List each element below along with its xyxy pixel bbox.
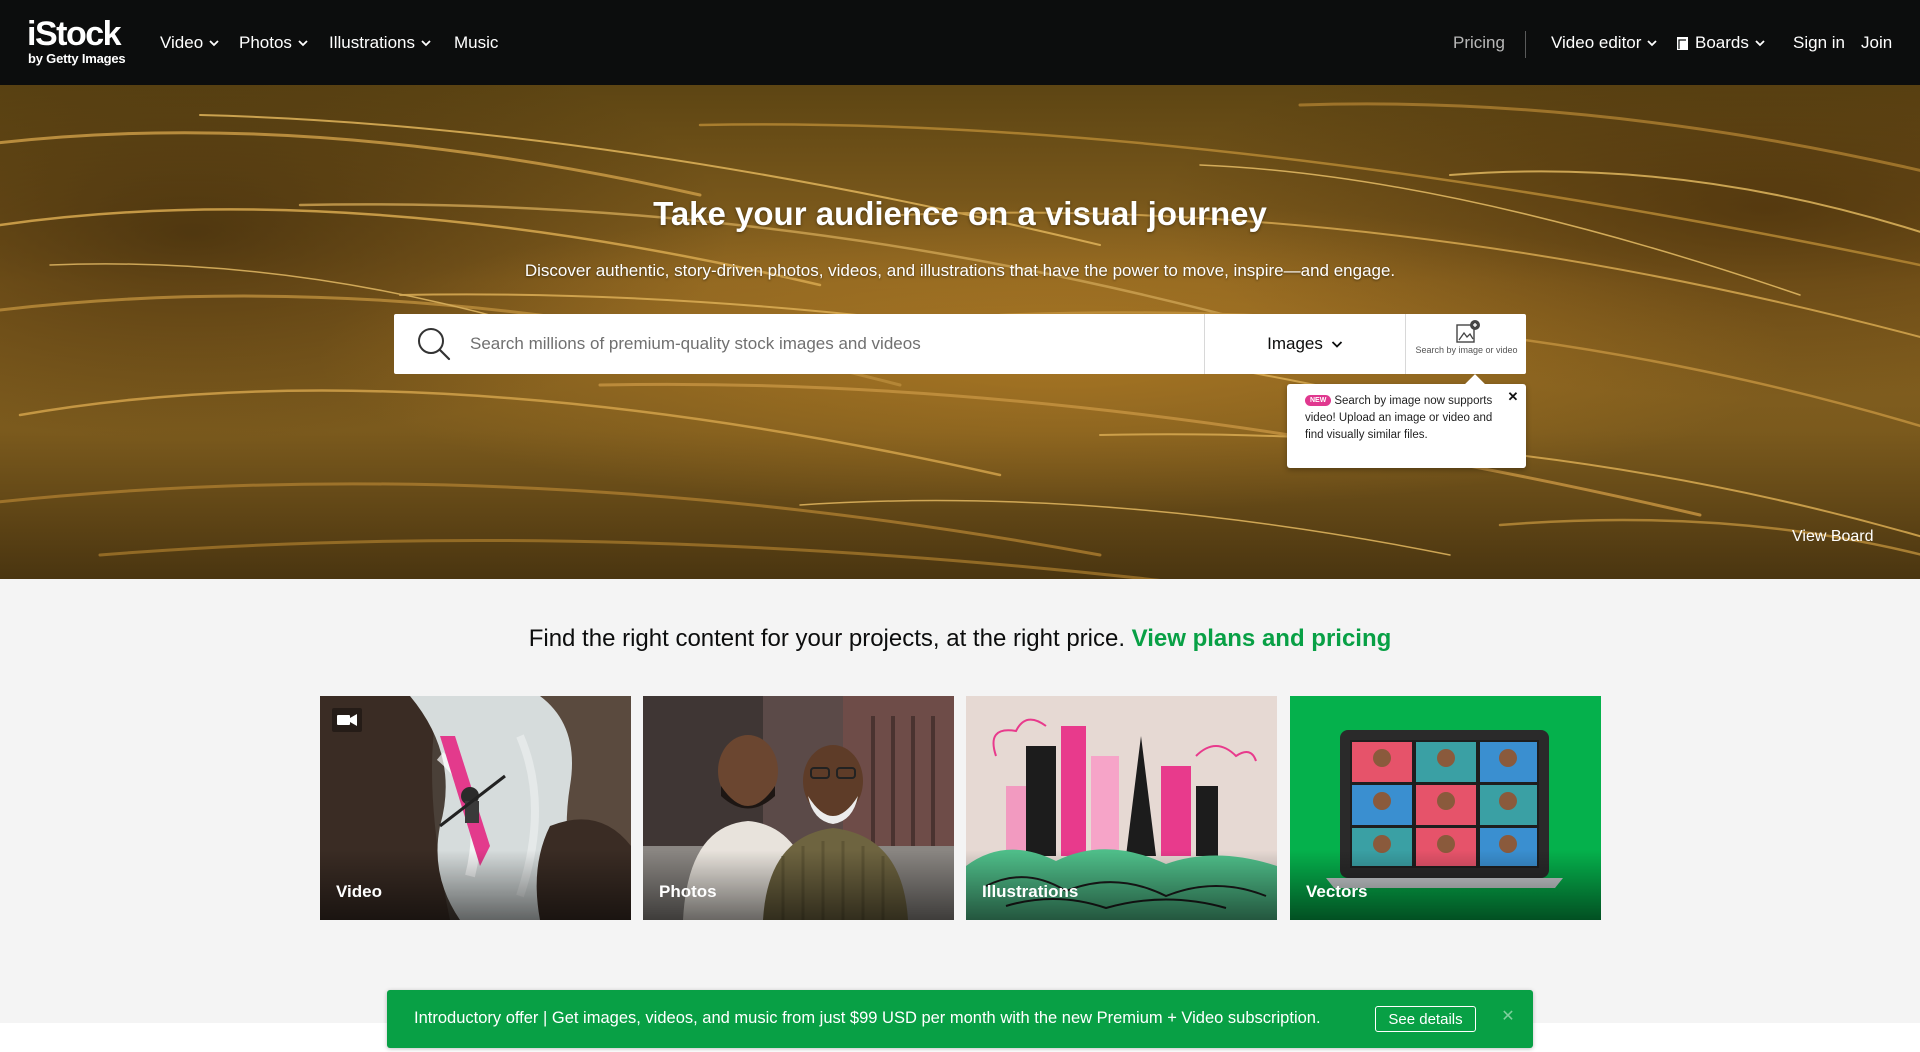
chevron-down-icon: [298, 40, 308, 47]
hero-title: Take your audience on a visual journey: [653, 195, 1267, 232]
chevron-down-icon: [1647, 40, 1658, 47]
nav-illustrations[interactable]: Illustrations: [329, 30, 431, 56]
category-tile-vectors[interactable]: Vectors: [1290, 696, 1601, 920]
nav-join-label: Join: [1861, 33, 1893, 52]
nav-divider: [1525, 31, 1526, 58]
video-camera-icon: [332, 708, 362, 732]
nav-music-label: Music: [454, 33, 499, 52]
board-icon: [1677, 36, 1688, 50]
media-type-label: Images: [1267, 334, 1323, 353]
category-tile-photos[interactable]: Photos: [643, 696, 954, 920]
category-tile-video[interactable]: Video: [320, 696, 631, 920]
hero-banner: Take your audience on a visual journey D…: [0, 85, 1920, 579]
banner-close-icon[interactable]: ✕: [1498, 1005, 1518, 1029]
view-board-link[interactable]: View Board: [1792, 528, 1874, 546]
tooltip-body: NEW Search by image now supports video! U…: [1305, 393, 1505, 444]
search-icon[interactable]: [416, 326, 452, 362]
chevron-down-icon: [1331, 341, 1343, 348]
introductory-offer-banner: Introductory offer | Get images, videos,…: [387, 990, 1533, 1048]
see-details-button[interactable]: See details: [1375, 1006, 1476, 1032]
search-by-image-button[interactable]: Search by image or video: [1405, 314, 1526, 374]
nav-video-label: Video: [160, 33, 204, 52]
tooltip-close-button[interactable]: ✕: [1506, 390, 1520, 404]
chevron-down-icon: [209, 40, 219, 47]
nav-music[interactable]: Music: [454, 30, 498, 56]
nav-illustrations-label: Illustrations: [329, 33, 415, 52]
tile-label-video: Video: [336, 882, 382, 901]
chevron-down-icon: [421, 40, 431, 47]
tooltip-message: Search by image now supports video! Uplo…: [1305, 395, 1493, 441]
nav-boards-label: Boards: [1695, 33, 1749, 52]
nav-pricing[interactable]: Pricing: [1453, 30, 1505, 56]
search-by-image-tooltip: NEW Search by image now supports video! U…: [1287, 374, 1526, 468]
tile-label-photos: Photos: [659, 882, 717, 901]
nav-pricing-label: Pricing: [1453, 33, 1505, 52]
nav-video[interactable]: Video: [160, 30, 219, 56]
media-type-dropdown[interactable]: Images: [1204, 314, 1405, 374]
banner-message: Introductory offer | Get images, videos,…: [414, 1009, 1321, 1027]
nav-sign-in-label: Sign in: [1793, 33, 1845, 52]
nav-join[interactable]: Join: [1861, 30, 1892, 56]
search-input[interactable]: [470, 314, 1190, 374]
tile-label-vectors: Vectors: [1306, 882, 1368, 901]
hero-subtitle: Discover authentic, story-driven photos,…: [524, 261, 1396, 280]
new-badge: NEW: [1305, 395, 1332, 406]
image-search-icon: [1456, 320, 1480, 343]
search-by-image-label: Search by image or video: [1415, 345, 1518, 355]
pricing-promo: Find the right content for your projects…: [0, 625, 1920, 653]
nav-sign-in[interactable]: Sign in: [1793, 30, 1845, 56]
nav-photos[interactable]: Photos: [239, 30, 308, 56]
chevron-down-icon: [1755, 40, 1765, 47]
nav-video-editor[interactable]: Video editor: [1551, 30, 1658, 56]
logo-wordmark: iStock: [27, 15, 122, 53]
nav-photos-label: Photos: [239, 33, 292, 52]
category-tile-illustrations[interactable]: Illustrations: [966, 696, 1277, 920]
nav-video-editor-label: Video editor: [1551, 33, 1642, 52]
search-bar: Images Search by image or video: [394, 314, 1526, 374]
istock-logo[interactable]: iStock by Getty Images: [27, 17, 139, 69]
tile-label-illustrations: Illustrations: [982, 882, 1079, 901]
top-navigation: iStock by Getty Images Video Photos Illu…: [0, 0, 1920, 85]
pricing-promo-text: Find the right content for your projects…: [528, 625, 1125, 652]
logo-tagline: by Getty Images: [28, 51, 126, 66]
nav-boards[interactable]: Boards: [1676, 30, 1765, 56]
view-plans-link[interactable]: View plans and pricing: [1132, 625, 1392, 652]
